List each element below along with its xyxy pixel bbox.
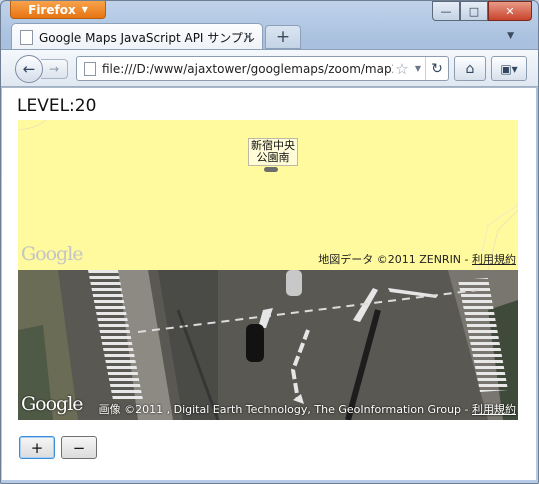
firefox-menu-button[interactable]: Firefox ▼ [10, 1, 106, 19]
copyright-text: 地図データ ©2011 ZENRIN - [318, 253, 472, 266]
tab-list-icon[interactable]: ▼ [507, 31, 514, 41]
terms-link[interactable]: 利用規約 [472, 253, 516, 266]
new-tab-button[interactable]: + [265, 25, 301, 49]
station-label-line2: 公園南 [256, 151, 290, 164]
url-history-dropdown-icon[interactable]: ▼ [411, 64, 425, 73]
back-forward-group: → ← [15, 55, 73, 83]
url-text[interactable]: file:///D:/www/ajaxtower/googlemaps/zoom… [102, 62, 393, 76]
firefox-menu-label: Firefox [28, 2, 76, 17]
window-controls: — □ ✕ [432, 1, 532, 21]
maximize-button[interactable]: □ [460, 1, 488, 21]
forward-button[interactable]: → [41, 59, 68, 79]
satellite-map[interactable]: Google 画像 ©2011 , Digital Earth Technolo… [18, 270, 518, 420]
page-icon [84, 61, 96, 76]
satellite-imagery [18, 270, 518, 420]
copyright-text: 画像 ©2011 , Digital Earth Technology, The… [98, 403, 472, 416]
map-copyright: 地図データ ©2011 ZENRIN - 利用規約 [318, 251, 516, 267]
station-label[interactable]: 新宿中央 公園南 [248, 138, 298, 166]
close-window-button[interactable]: ✕ [488, 1, 532, 21]
terms-link[interactable]: 利用規約 [472, 403, 516, 416]
reload-button[interactable]: ↻ [425, 57, 448, 80]
navigation-toolbar: → ← file:///D:/www/ajaxtower/googlemaps/… [1, 49, 538, 87]
google-logo[interactable]: Google [21, 243, 84, 265]
page-content: LEVEL:20 新宿中央 公園南 Google 地図データ ©2011 ZEN… [2, 87, 536, 480]
imagery-copyright: 画像 ©2011 , Digital Earth Technology, The… [99, 401, 516, 417]
page-icon [20, 29, 33, 45]
tab-title: Google Maps JavaScript API サンプル [39, 30, 255, 45]
url-bar[interactable]: file:///D:/www/ajaxtower/googlemaps/zoom… [76, 56, 449, 81]
zoom-in-button[interactable]: + [19, 436, 55, 459]
zoom-level-text: LEVEL:20 [17, 96, 97, 116]
minimize-button[interactable]: — [432, 1, 460, 21]
chevron-down-icon: ▼ [81, 5, 88, 14]
home-button[interactable]: ⌂ [454, 56, 486, 81]
back-button[interactable]: ← [15, 55, 43, 83]
bookmark-star-icon[interactable]: ☆ [393, 60, 411, 78]
road-map[interactable]: 新宿中央 公園南 Google 地図データ ©2011 ZENRIN - 利用規… [18, 120, 518, 270]
station-marker-icon [264, 167, 278, 172]
bookmarks-menu-button[interactable]: ▣▾ [491, 56, 527, 81]
google-logo[interactable]: Google [21, 393, 84, 415]
tab-active[interactable]: Google Maps JavaScript API サンプル × [11, 23, 263, 50]
browser-window: Firefox ▼ — □ ✕ Google Maps JavaScript A… [0, 0, 539, 484]
zoom-out-button[interactable]: − [61, 436, 97, 459]
tab-close-icon[interactable]: × [242, 29, 254, 45]
